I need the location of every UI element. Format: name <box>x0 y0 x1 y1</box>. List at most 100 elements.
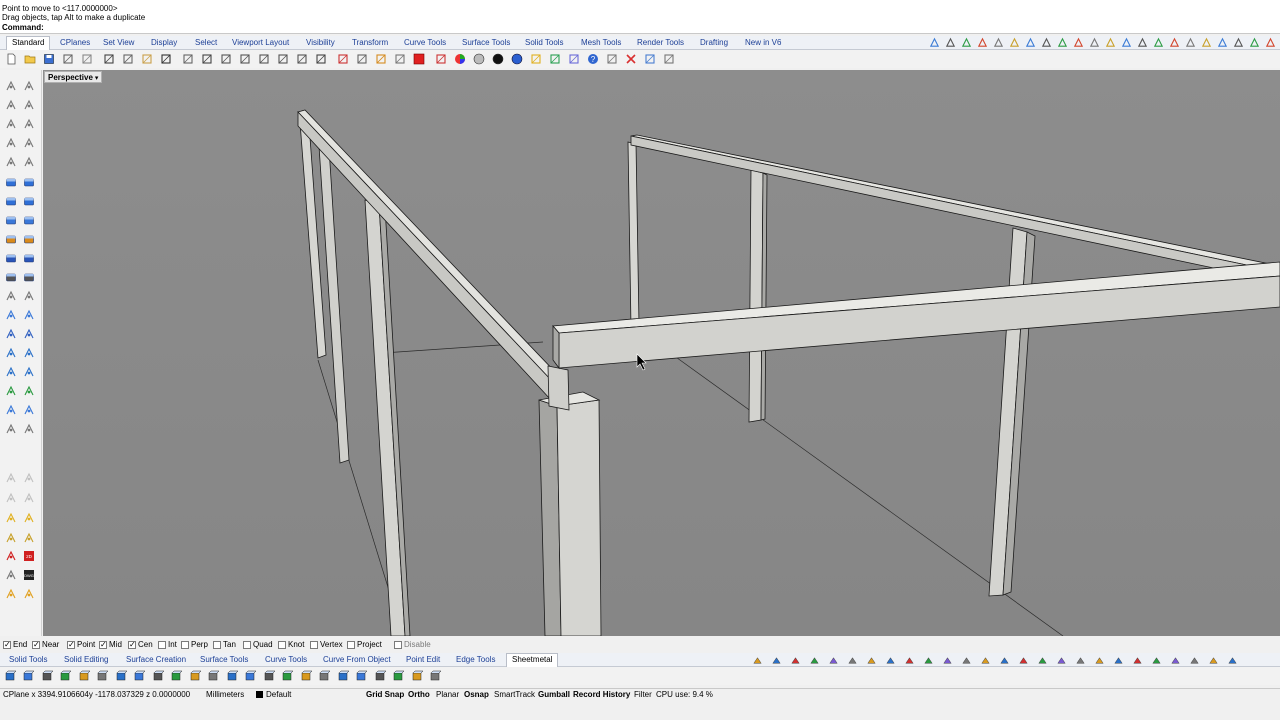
filter-button[interactable]: Filter <box>634 690 652 700</box>
sidebar-tool-icon[interactable] <box>3 307 18 322</box>
sidebar-tool-icon[interactable] <box>3 78 18 93</box>
sidebar-tool-icon[interactable] <box>21 326 36 341</box>
sidebar-tool-icon[interactable] <box>3 116 18 131</box>
ortho-toggle[interactable]: Ortho <box>408 690 430 700</box>
sidebar-tool-icon[interactable]: 2D <box>21 548 36 563</box>
bottom-tab-solid-tools[interactable]: Solid Tools <box>4 654 53 666</box>
rotate-view-icon[interactable] <box>200 52 213 65</box>
solid-tool-icon[interactable] <box>59 669 72 682</box>
sidebar-tool-icon[interactable] <box>3 97 18 112</box>
sidebar-tool-icon[interactable] <box>21 402 36 417</box>
solid-tool-icon[interactable] <box>410 669 423 682</box>
osnap-vertex[interactable]: Vertex <box>310 640 343 650</box>
solid-tool-icon[interactable] <box>392 669 405 682</box>
osnap-near[interactable]: Near <box>32 640 59 650</box>
viewport-icon[interactable] <box>662 52 675 65</box>
osnap-end[interactable]: End <box>3 640 27 650</box>
sidebar-tool-icon[interactable] <box>3 567 18 582</box>
solid-tool-icon[interactable] <box>262 669 275 682</box>
solid-tool-icon[interactable] <box>355 669 368 682</box>
sidebar-tool-icon[interactable] <box>21 383 36 398</box>
sidebar-tool-icon[interactable] <box>21 193 36 208</box>
tab-row-tool-icon[interactable] <box>1233 37 1244 48</box>
select-icon[interactable] <box>355 52 368 65</box>
dim-icon[interactable] <box>434 52 447 65</box>
osnap-cen[interactable]: Cen <box>128 640 153 650</box>
print-icon[interactable] <box>61 52 74 65</box>
tab-set-view[interactable]: Set View <box>98 37 139 49</box>
edit-tool-icon[interactable] <box>809 655 820 666</box>
bottom-tab-solid-editing[interactable]: Solid Editing <box>59 654 113 666</box>
grid-icon[interactable] <box>314 52 327 65</box>
osnap-checkbox[interactable] <box>32 640 40 649</box>
record-history-toggle[interactable]: Record History <box>573 690 630 700</box>
osnap-checkbox[interactable] <box>278 641 286 649</box>
osnap-knot[interactable]: Knot <box>278 640 304 650</box>
sidebar-tool-icon[interactable] <box>21 345 36 360</box>
sidebar-tool-icon[interactable] <box>3 510 18 525</box>
sidebar-tool-icon[interactable] <box>3 586 18 601</box>
tab-row-tool-icon[interactable] <box>1089 37 1100 48</box>
osnap-quad[interactable]: Quad <box>243 640 273 650</box>
sidebar-tool-icon[interactable] <box>3 470 18 485</box>
new-file-icon[interactable] <box>4 52 17 65</box>
gumball-toggle[interactable]: Gumball <box>538 690 570 700</box>
solid-tool-icon[interactable] <box>244 669 257 682</box>
tab-row-tool-icon[interactable] <box>1121 37 1132 48</box>
sidebar-tool-icon[interactable] <box>21 174 36 189</box>
tab-render-tools[interactable]: Render Tools <box>632 37 689 49</box>
sidebar-tool-icon[interactable] <box>21 510 36 525</box>
osnap-checkbox[interactable] <box>243 641 251 649</box>
red-square-icon[interactable] <box>412 52 425 65</box>
planar-toggle[interactable]: Planar <box>436 690 459 700</box>
close-tool-icon[interactable] <box>624 52 637 65</box>
sidebar-tool-icon[interactable] <box>3 269 18 284</box>
osnap-checkbox[interactable] <box>99 640 107 649</box>
smarttrack-toggle[interactable]: SmartTrack <box>494 690 535 700</box>
sun-icon[interactable] <box>529 52 542 65</box>
osnap-toggle[interactable]: Osnap <box>464 690 489 700</box>
sidebar-tool-icon[interactable] <box>21 250 36 265</box>
command-prompt[interactable]: Command: <box>2 23 44 32</box>
edit-tool-icon[interactable] <box>1075 655 1086 666</box>
network-icon[interactable] <box>643 52 656 65</box>
sidebar-tool-icon[interactable] <box>3 154 18 169</box>
sidebar-tool-icon[interactable] <box>21 269 36 284</box>
edit-tool-icon[interactable] <box>866 655 877 666</box>
tab-select[interactable]: Select <box>190 37 222 49</box>
edit-tool-icon[interactable] <box>752 655 763 666</box>
grid-snap-toggle[interactable]: Grid Snap <box>366 690 404 700</box>
edit-tool-icon[interactable] <box>1018 655 1029 666</box>
edit-tool-icon[interactable] <box>771 655 782 666</box>
tab-display[interactable]: Display <box>146 37 182 49</box>
lights-icon[interactable] <box>548 52 561 65</box>
tab-standard[interactable]: Standard <box>6 36 51 50</box>
bottom-tab-surface-creation[interactable]: Surface Creation <box>121 654 191 666</box>
sidebar-tool-icon[interactable] <box>21 97 36 112</box>
sidebar-tool-icon[interactable] <box>3 250 18 265</box>
open-icon[interactable] <box>23 52 36 65</box>
sidebar-tool-icon[interactable] <box>3 421 18 436</box>
edit-tool-icon[interactable] <box>1208 655 1219 666</box>
tab-new-in-v6[interactable]: New in V6 <box>740 37 786 49</box>
edit-tool-icon[interactable] <box>1056 655 1067 666</box>
render-icon[interactable] <box>491 52 504 65</box>
tab-visibility[interactable]: Visibility <box>301 37 340 49</box>
copy-icon[interactable] <box>121 52 134 65</box>
perspective-viewport[interactable] <box>43 70 1280 636</box>
import-icon[interactable] <box>80 52 93 65</box>
edit-tool-icon[interactable] <box>1227 655 1238 666</box>
viewport-menu-caret-icon[interactable]: ▾ <box>95 75 99 82</box>
sidebar-tool-icon[interactable] <box>3 490 18 505</box>
tab-curve-tools[interactable]: Curve Tools <box>399 37 451 49</box>
solid-tool-icon[interactable] <box>373 669 386 682</box>
edit-tool-icon[interactable] <box>1094 655 1105 666</box>
move-icon[interactable] <box>336 52 349 65</box>
sidebar-tool-icon[interactable] <box>3 231 18 246</box>
sidebar-tool-icon[interactable] <box>3 193 18 208</box>
osnap-mid[interactable]: Mid <box>99 640 122 650</box>
tab-surface-tools[interactable]: Surface Tools <box>457 37 515 49</box>
sidebar-tool-icon[interactable] <box>3 530 18 545</box>
sidebar-tool-icon[interactable] <box>3 212 18 227</box>
solid-tool-icon[interactable] <box>429 669 442 682</box>
